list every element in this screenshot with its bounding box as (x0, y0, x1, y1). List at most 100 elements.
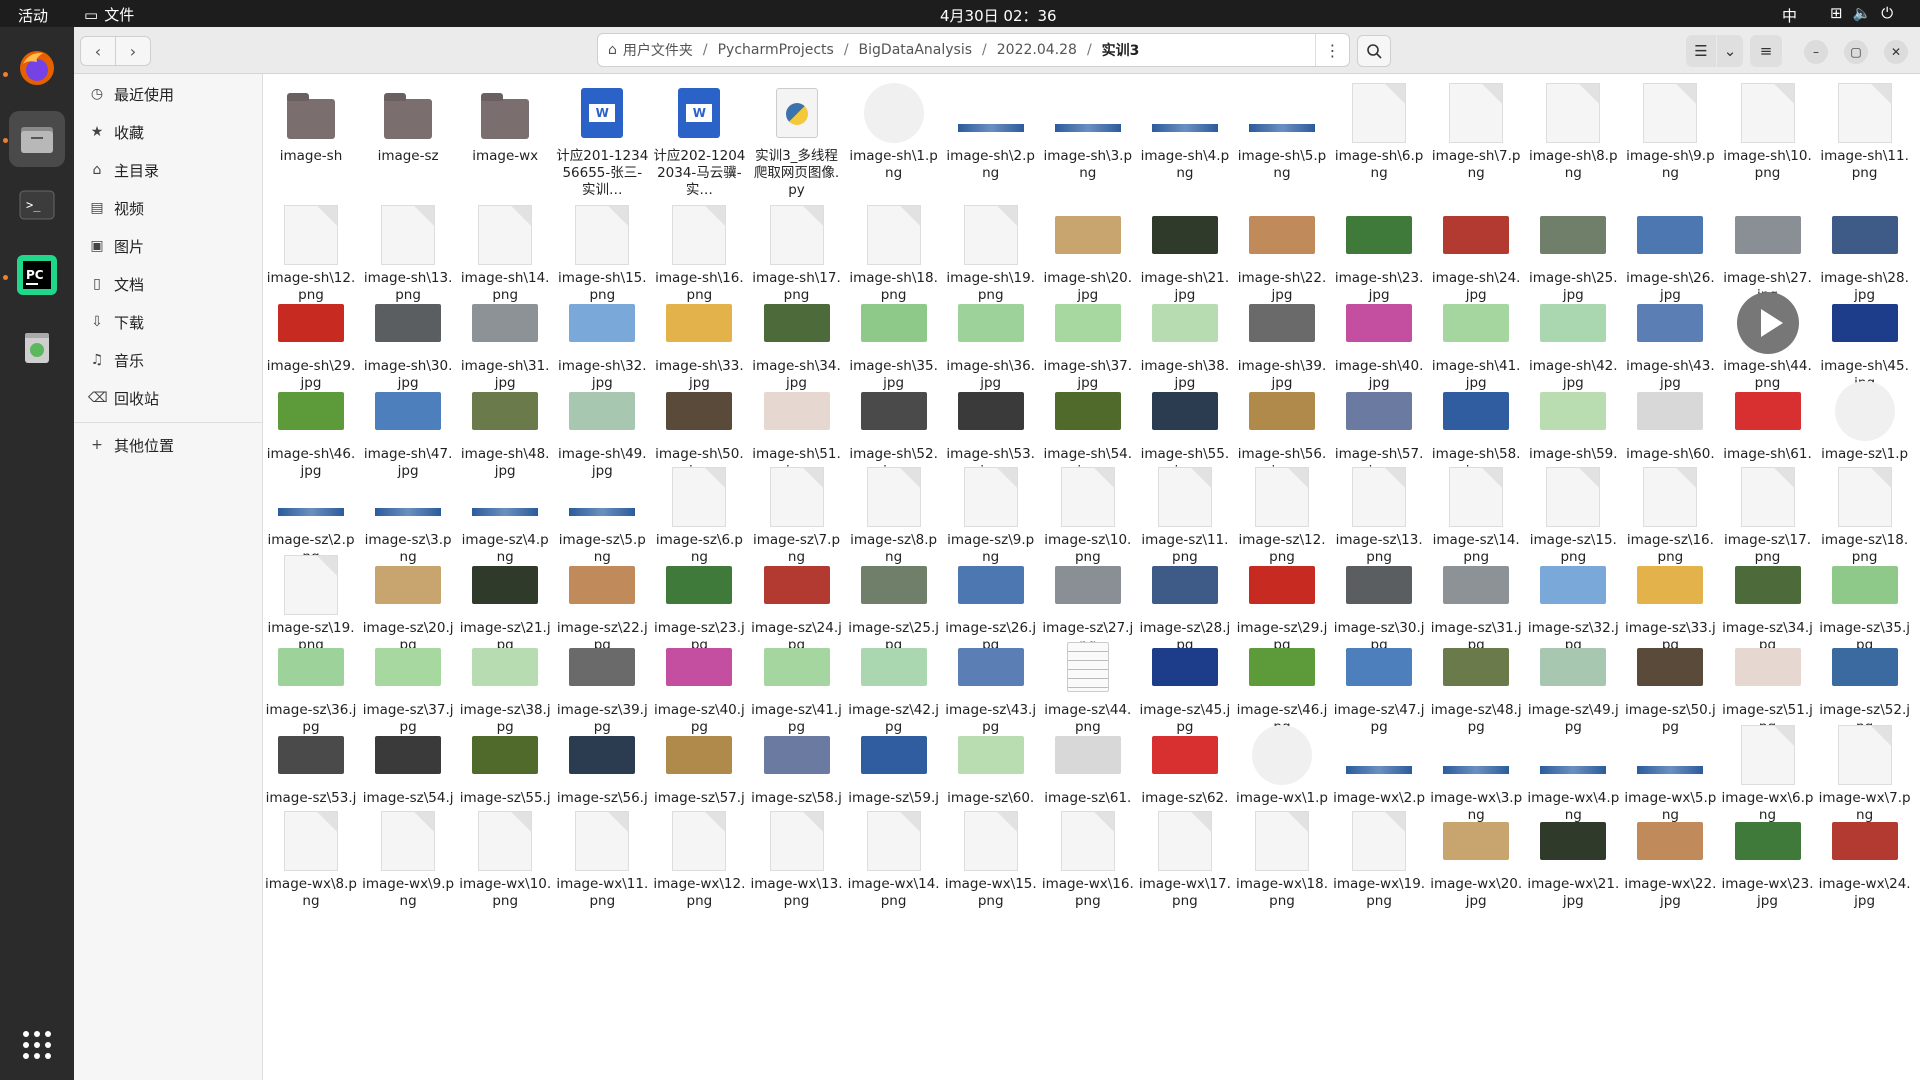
file-item[interactable]: image-wx\8.png (265, 808, 357, 910)
file-item[interactable]: image-sz\36.jpg (265, 634, 357, 736)
file-item[interactable]: image-sz\46.jpg (1236, 634, 1328, 736)
file-item[interactable]: image-sh\40.jpg (1333, 290, 1425, 392)
file-item[interactable]: W 计应201-123456655-张三-实训… (556, 80, 648, 199)
file-item[interactable]: image-sh\10.png (1722, 80, 1814, 182)
file-item[interactable]: image-sh\19.png (945, 202, 1037, 304)
file-item[interactable]: image-sh\24.jpg (1430, 202, 1522, 304)
sidebar-item-home[interactable]: ⌂ 主目录 (74, 155, 263, 185)
file-item[interactable]: image-wx\11.png (556, 808, 648, 910)
file-item[interactable]: image-sh\15.png (556, 202, 648, 304)
file-item[interactable]: image-sh\23.jpg (1333, 202, 1425, 304)
file-item[interactable]: image-sh\41.jpg (1430, 290, 1522, 392)
show-apps-icon[interactable] (9, 1017, 65, 1073)
path-bar[interactable]: ⌂ 用户文件夹 / PycharmProjects / BigDataAnaly… (597, 33, 1350, 67)
input-method-indicator[interactable]: 中 (1782, 5, 1797, 26)
file-item[interactable]: image-wx\9.png (362, 808, 454, 910)
file-item[interactable]: image-sz\6.png (653, 464, 745, 566)
files-app-icon[interactable] (9, 111, 65, 167)
file-item[interactable]: image-sz\50.jpg (1624, 634, 1716, 736)
file-item[interactable]: image-sh\35.jpg (848, 290, 940, 392)
folder-item[interactable]: image-wx (459, 80, 551, 165)
file-item[interactable]: image-sz\13.png (1333, 464, 1425, 566)
file-item[interactable]: image-sz\18.png (1819, 464, 1911, 566)
file-item[interactable]: image-sh\14.png (459, 202, 551, 304)
sidebar-item-music[interactable]: ♫ 音乐 (74, 345, 263, 375)
file-item[interactable]: image-wx\17.png (1139, 808, 1231, 910)
file-item[interactable]: image-sh\17.png (751, 202, 843, 304)
file-item[interactable]: image-wx\16.png (1042, 808, 1134, 910)
file-item[interactable]: image-sh\18.png (848, 202, 940, 304)
file-item[interactable]: image-sh\26.jpg (1624, 202, 1716, 304)
file-item[interactable]: image-sh\36.jpg (945, 290, 1037, 392)
maximize-button[interactable]: ▢ (1844, 40, 1868, 64)
sidebar-item-pictures[interactable]: ▣ 图片 (74, 231, 263, 261)
file-item[interactable]: image-sz\3.png (362, 464, 454, 566)
file-item[interactable]: image-wx\12.png (653, 808, 745, 910)
file-item[interactable]: image-sh\9.png (1624, 80, 1716, 182)
sidebar-item-downloads[interactable]: ⇩ 下载 (74, 307, 263, 337)
folder-item[interactable]: image-sh (265, 80, 357, 165)
file-item[interactable]: image-sz\48.jpg (1430, 634, 1522, 736)
file-item[interactable]: image-sz\47.jpg (1333, 634, 1425, 736)
file-item[interactable]: image-wx\21.jpg (1527, 808, 1619, 910)
file-item[interactable]: image-sh\3.png (1042, 80, 1134, 182)
file-item[interactable]: image-sh\13.png (362, 202, 454, 304)
file-item[interactable]: image-sh\27.jpg (1722, 202, 1814, 304)
file-item[interactable]: image-sh\21.jpg (1139, 202, 1231, 304)
file-item[interactable]: image-sz\8.png (848, 464, 940, 566)
file-item[interactable]: image-wx\22.jpg (1624, 808, 1716, 910)
path-menu-button[interactable]: ⋮ (1315, 34, 1349, 66)
file-item[interactable]: image-sh\12.png (265, 202, 357, 304)
activities-button[interactable]: 活动 (18, 5, 48, 26)
file-item[interactable]: image-sh\33.jpg (653, 290, 745, 392)
file-item[interactable]: image-sz\41.jpg (751, 634, 843, 736)
file-item[interactable]: image-sh\39.jpg (1236, 290, 1328, 392)
file-item[interactable]: image-sz\11.png (1139, 464, 1231, 566)
file-item[interactable]: image-sz\49.jpg (1527, 634, 1619, 736)
breadcrumb-home[interactable]: 用户文件夹 (623, 40, 693, 60)
file-item[interactable]: image-sh\5.png (1236, 80, 1328, 182)
file-item[interactable]: image-wx\23.jpg (1722, 808, 1814, 910)
close-button[interactable]: ✕ (1884, 40, 1908, 64)
sidebar-item-recent[interactable]: ◷ 最近使用 (74, 79, 263, 109)
file-item[interactable]: image-sh\37.jpg (1042, 290, 1134, 392)
file-item[interactable]: image-sz\51.jpg (1722, 634, 1814, 736)
file-item[interactable]: image-sz\10.png (1042, 464, 1134, 566)
file-item[interactable]: image-sh\8.png (1527, 80, 1619, 182)
sidebar-item-other-locations[interactable]: + 其他位置 (74, 430, 263, 460)
main-menu-button[interactable]: ≡ (1750, 35, 1782, 67)
file-item[interactable]: image-sz\15.png (1527, 464, 1619, 566)
file-item[interactable]: image-sz\44.png (1042, 634, 1134, 736)
file-item[interactable]: image-wx\19.png (1333, 808, 1425, 910)
clock[interactable]: 4月30日 02：36 (940, 5, 1057, 26)
back-button[interactable]: ‹ (80, 36, 116, 66)
file-item[interactable]: image-sh\42.jpg (1527, 290, 1619, 392)
file-item[interactable]: image-sz\40.jpg (653, 634, 745, 736)
file-item[interactable]: image-sh\1.png (848, 80, 940, 182)
file-item[interactable]: image-sh\31.jpg (459, 290, 551, 392)
file-item[interactable]: image-sz\4.png (459, 464, 551, 566)
file-item[interactable]: image-sh\7.png (1430, 80, 1522, 182)
file-item[interactable]: image-sz\39.jpg (556, 634, 648, 736)
file-item[interactable]: image-sh\25.jpg (1527, 202, 1619, 304)
file-item[interactable]: W 计应202-12042034-马云骥-实… (653, 80, 745, 199)
file-item[interactable]: image-sh\29.jpg (265, 290, 357, 392)
file-item[interactable]: image-wx\14.png (848, 808, 940, 910)
trash-app-icon[interactable] (9, 319, 65, 375)
file-item[interactable]: image-sh\30.jpg (362, 290, 454, 392)
file-item[interactable]: image-sh\4.png (1139, 80, 1231, 182)
file-item[interactable]: image-sz\52.jpg (1819, 634, 1911, 736)
file-item[interactable]: image-sh\20.jpg (1042, 202, 1134, 304)
file-item[interactable]: image-sz\17.png (1722, 464, 1814, 566)
app-menu[interactable]: ▭ 文件 (84, 4, 134, 25)
breadcrumb-current[interactable]: 实训3 (1102, 40, 1140, 60)
system-tray[interactable]: ⊞ 🔈 ⏻ (1830, 4, 1893, 22)
sidebar-item-trash[interactable]: ⌫ 回收站 (74, 383, 263, 413)
file-item[interactable]: image-sh\22.jpg (1236, 202, 1328, 304)
file-item[interactable]: image-sz\7.png (751, 464, 843, 566)
terminal-icon[interactable]: >_ (9, 177, 65, 233)
file-item[interactable]: image-sz\37.jpg (362, 634, 454, 736)
file-item[interactable]: image-sz\43.jpg (945, 634, 1037, 736)
file-item[interactable]: image-sz\38.jpg (459, 634, 551, 736)
file-item[interactable]: image-sh\32.jpg (556, 290, 648, 392)
